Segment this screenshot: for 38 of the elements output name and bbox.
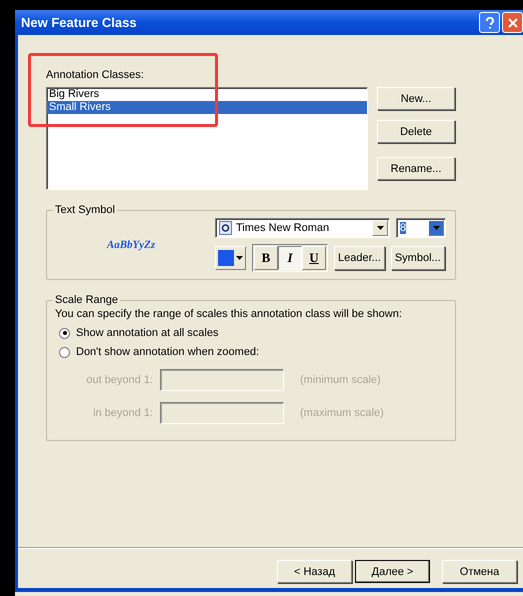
field-hint: (maximum scale) (300, 407, 384, 419)
default-button[interactable]: Далее > (355, 560, 430, 583)
list-label: Annotation Classes: (46, 69, 145, 81)
caret-icon (432, 226, 440, 230)
radio-label: Don't show annotation when zoomed: (76, 346, 260, 358)
window-title: New Feature Class (21, 15, 137, 30)
color-picker[interactable] (215, 246, 246, 270)
list-item[interactable]: Big Rivers (47, 88, 367, 101)
description-text: You can specify the range of scales this annotation class will be shown: (55, 308, 403, 320)
field-hint: (minimum scale) (300, 374, 381, 386)
underline-button[interactable]: U (302, 246, 326, 270)
class-button[interactable]: New... (377, 87, 455, 110)
close-icon[interactable] (502, 12, 523, 33)
group-title: Scale Range (54, 294, 119, 306)
bold-button[interactable]: B (254, 246, 278, 270)
italic-button[interactable]: I (278, 246, 302, 270)
list-item[interactable]: Small Rivers (47, 101, 367, 114)
cancel-button[interactable]: Отмена (442, 560, 517, 583)
font-icon (219, 221, 232, 235)
caret-icon (376, 226, 384, 230)
font-dropdown[interactable]: Times New Roman (215, 218, 390, 238)
size-dropdown[interactable]: 8 (396, 218, 446, 238)
class-button[interactable]: Rename... (377, 157, 455, 180)
scale-field[interactable] (160, 369, 284, 391)
back-button[interactable]: < Назад (277, 560, 352, 583)
help-icon[interactable] (479, 12, 500, 33)
radio-button[interactable] (59, 328, 70, 338)
radio-button[interactable] (59, 346, 70, 358)
class-button[interactable]: Delete (377, 120, 455, 143)
symbol-button[interactable]: Symbol... (390, 246, 445, 270)
symbol-preview: AaBbYyZz (106, 238, 156, 250)
caret-icon (236, 256, 243, 260)
field-label: in beyond 1: (92, 407, 154, 419)
symbol-button[interactable]: Leader... (334, 246, 385, 270)
field-label: out beyond 1: (85, 374, 154, 386)
scale-field[interactable] (160, 402, 284, 424)
group-title: Text Symbol (54, 204, 116, 216)
radio-label: Show annotation at all scales (76, 327, 218, 339)
